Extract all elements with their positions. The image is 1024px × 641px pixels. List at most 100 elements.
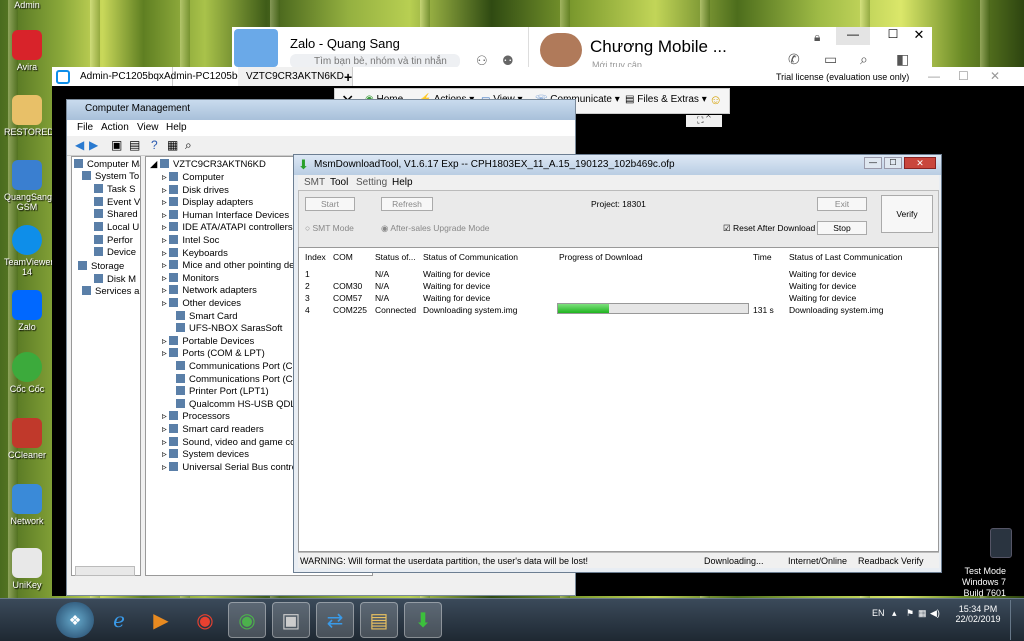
desktop-icon-restored[interactable]: RESTORED xyxy=(4,95,54,137)
cm-nav-item[interactable]: Services ar xyxy=(82,286,140,297)
device-tree-item[interactable]: Qualcomm HS-USB QDL xyxy=(176,398,296,410)
msm-taskbar-icon[interactable]: ⬇ xyxy=(404,602,442,638)
device-tree-item[interactable]: ▹ Network adapters xyxy=(162,285,257,296)
cm-nav-item[interactable]: Perfor xyxy=(94,235,133,246)
close-button[interactable]: ✕ xyxy=(906,27,932,45)
desktop-icon-zalo[interactable]: Zalo xyxy=(4,290,50,332)
cm-nav-item[interactable]: Storage xyxy=(78,261,124,272)
sidebar-toggle-icon[interactable]: ◧ xyxy=(896,51,909,68)
maximize-button[interactable]: ☐ xyxy=(958,69,969,83)
col-progress[interactable]: Progress of Download xyxy=(559,252,643,262)
cm-nav-item[interactable]: Task S xyxy=(94,184,136,195)
language-indicator[interactable]: EN xyxy=(872,608,885,618)
device-tree-item[interactable]: ▹ Mice and other pointing dev xyxy=(162,260,299,271)
col-last-communication[interactable]: Status of Last Communication xyxy=(789,252,902,262)
device-tree-root[interactable]: ◢ VZTC9CR3AKTN6KD xyxy=(150,159,266,170)
maximize-button[interactable]: ☐ xyxy=(876,27,910,45)
device-tree-item[interactable]: ▹ Human Interface Devices xyxy=(162,209,289,221)
desktop-icon-network[interactable]: Network xyxy=(4,484,50,526)
device-tree-item[interactable]: ▹ Computer xyxy=(162,172,224,183)
ie-taskbar-icon[interactable]: ℯ xyxy=(100,602,138,638)
desktop-icon-unikey[interactable]: UniKey xyxy=(4,548,50,590)
files-extras-menu[interactable]: ▤ Files & Extras ▾ xyxy=(625,94,707,105)
help-icon[interactable]: ? xyxy=(151,138,158,152)
chrome-taskbar-icon[interactable]: ◉ xyxy=(186,602,224,638)
clock[interactable]: 15:34 PM 22/02/2019 xyxy=(952,604,1004,624)
call-icon[interactable]: ✆ xyxy=(788,51,800,68)
stop-button[interactable]: Stop xyxy=(817,221,867,235)
feedback-icon[interactable]: ☺ xyxy=(709,92,722,107)
show-tree-icon[interactable]: ▤ xyxy=(129,138,140,152)
device-tree-item[interactable]: ▹ Sound, video and game cont xyxy=(162,436,303,448)
device-tree-item[interactable]: ▹ Display adapters xyxy=(162,197,253,208)
minimize-button[interactable]: — xyxy=(928,69,940,83)
device-tree-item[interactable]: ▹ Smart card readers xyxy=(162,424,264,435)
video-call-icon[interactable]: ▭ xyxy=(824,51,837,68)
menu-file[interactable]: File xyxy=(77,122,93,133)
cm-nav-item[interactable]: Event V xyxy=(94,197,140,208)
menu-setting[interactable]: Setting xyxy=(356,177,387,188)
device-manager-taskbar-icon[interactable]: ▣ xyxy=(272,602,310,638)
maximize-button[interactable]: ☐ xyxy=(884,157,902,169)
col-time[interactable]: Time xyxy=(753,252,772,262)
tray-arrow-icon[interactable]: ▴ xyxy=(892,608,897,619)
cm-nav-item[interactable]: Computer Ma xyxy=(74,159,140,170)
volume-icon[interactable]: ◀) xyxy=(930,608,940,619)
smt-mode-radio[interactable]: ○ SMT Mode xyxy=(305,223,354,233)
close-button[interactable]: ✕ xyxy=(904,157,936,169)
cm-nav-item[interactable]: Disk M xyxy=(94,274,136,285)
col-index[interactable]: Index xyxy=(305,252,326,262)
media-player-taskbar-icon[interactable]: ▶ xyxy=(142,602,180,638)
show-desktop-button[interactable] xyxy=(1010,600,1022,640)
minimize-button[interactable]: — xyxy=(864,157,882,169)
forward-icon[interactable]: ▶ xyxy=(89,138,98,152)
zalo-avatar[interactable] xyxy=(234,29,278,67)
device-tree-item[interactable]: ▹ Portable Devices xyxy=(162,335,254,347)
teamviewer-panel-icon[interactable] xyxy=(990,528,1012,558)
device-tree-item[interactable]: ▹ Processors xyxy=(162,411,230,422)
device-tree-item[interactable]: ▹ Keyboards xyxy=(162,247,228,259)
aftersales-mode-radio[interactable]: ◉ After-sales Upgrade Mode xyxy=(381,223,490,234)
desktop-icon-teamviewer[interactable]: TeamViewer 14 xyxy=(4,225,53,277)
col-com[interactable]: COM xyxy=(333,252,353,262)
menu-action[interactable]: Action xyxy=(101,122,129,133)
desktop-icon-coccoc[interactable]: Cốc Cốc xyxy=(4,352,50,394)
search-icon[interactable]: ⌕ xyxy=(860,51,868,68)
start-button[interactable]: ❖ xyxy=(56,602,94,638)
menu-tool[interactable]: Tool xyxy=(330,177,348,188)
desktop-icon-ccleaner[interactable]: CCleaner xyxy=(4,418,50,460)
device-tree-item[interactable]: Smart Card xyxy=(176,310,238,322)
device-tree-item[interactable]: ▹ Intel Soc xyxy=(162,235,219,246)
device-tree-item[interactable]: Printer Port (LPT1) xyxy=(176,386,269,397)
scan-hardware-icon[interactable]: ⌕ xyxy=(185,138,192,153)
verify-button[interactable]: Verify xyxy=(881,195,933,233)
menu-help[interactable]: Help xyxy=(166,122,187,133)
minimize-button[interactable]: — xyxy=(836,27,870,45)
desktop-icon-avira[interactable]: Avira xyxy=(4,30,50,72)
device-tree-item[interactable]: ▹ Universal Serial Bus controlle xyxy=(162,461,307,473)
menu-view[interactable]: View xyxy=(137,122,159,133)
device-tree-item[interactable]: ▹ Ports (COM & LPT) xyxy=(162,348,265,359)
device-tree-item[interactable]: Communications Port (C xyxy=(176,361,292,372)
lock-icon[interactable]: 🔒︎ xyxy=(814,30,820,45)
network-tray-icon[interactable]: ▦ xyxy=(918,608,927,619)
add-tab-button[interactable]: + xyxy=(344,69,352,85)
tv-tab-3[interactable]: VZTC9CR3AKTN6KD xyxy=(238,67,353,88)
menu-smt[interactable]: SMT xyxy=(304,177,325,188)
teamviewer-taskbar-icon[interactable]: ⇄ xyxy=(316,602,354,638)
col-communication[interactable]: Status of Communication xyxy=(423,252,518,262)
menu-help[interactable]: Help xyxy=(392,177,413,188)
explorer-taskbar-icon[interactable]: ▤ xyxy=(360,602,398,638)
device-tree-item[interactable]: UFS-NBOX SarasSoft xyxy=(176,323,282,334)
back-icon[interactable]: ◀ xyxy=(75,138,84,152)
device-tree-item[interactable]: Communications Port (C xyxy=(176,373,292,385)
coccoc-taskbar-icon[interactable]: ◉ xyxy=(228,602,266,638)
zalo-search-input[interactable]: Tìm bạn bè, nhóm và tin nhắn xyxy=(290,54,460,68)
cm-nav-item[interactable]: Device xyxy=(94,247,136,258)
close-button[interactable]: ✕ xyxy=(990,69,1000,83)
col-status[interactable]: Status of... xyxy=(375,252,416,262)
contact-avatar[interactable] xyxy=(540,33,582,67)
device-tree-item[interactable]: ▹ Monitors xyxy=(162,272,219,284)
properties-icon[interactable]: ▦ xyxy=(167,138,178,152)
refresh-button[interactable]: Refresh xyxy=(381,197,433,211)
